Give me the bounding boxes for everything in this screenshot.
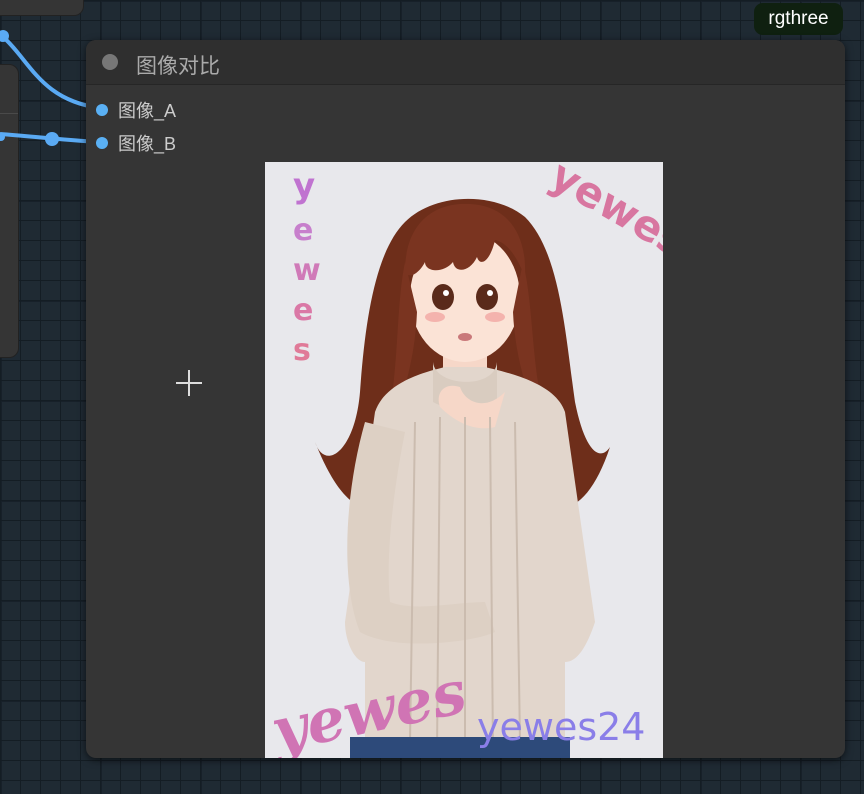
output-slot-dot[interactable] — [0, 133, 5, 141]
crosshair-cursor-icon — [176, 370, 202, 396]
adjacent-node-left[interactable] — [0, 64, 19, 358]
watermark-yewes24: yewes24 — [477, 705, 645, 749]
node-title: 图像对比 — [136, 55, 220, 78]
wire-handle-dot — [0, 30, 9, 42]
rgthree-badge[interactable]: rgthree — [754, 3, 843, 35]
input-label: 图像_B — [118, 134, 177, 154]
svg-text:w: w — [293, 253, 321, 288]
input-dot-icon[interactable] — [96, 137, 108, 149]
collapse-dot-icon[interactable] — [102, 54, 118, 70]
input-label: 图像_A — [118, 101, 177, 121]
watermark-vertical-y: y — [293, 166, 315, 206]
input-dot-icon[interactable] — [96, 104, 108, 116]
wire-midpoint-dot — [45, 132, 59, 146]
node-title-bar[interactable]: 图像对比 — [86, 40, 845, 85]
svg-text:e: e — [293, 293, 313, 328]
adjacent-node-top[interactable] — [0, 0, 84, 16]
image-compare-preview[interactable]: y e w e s yewes yewes yewes24 — [265, 162, 663, 758]
watermark-rotated: yewes — [542, 162, 663, 267]
input-slot-image-b[interactable]: 图像_B — [96, 132, 176, 154]
svg-text:e: e — [293, 213, 313, 248]
svg-text:s: s — [293, 333, 311, 368]
input-slot-image-a[interactable]: 图像_A — [96, 99, 176, 121]
node-divider — [0, 113, 18, 114]
image-compare-node[interactable]: 图像对比 图像_A 图像_B y e w e s yewes yewes yew… — [86, 40, 845, 758]
illustration: y e w e s yewes yewes yewes24 — [265, 162, 663, 758]
